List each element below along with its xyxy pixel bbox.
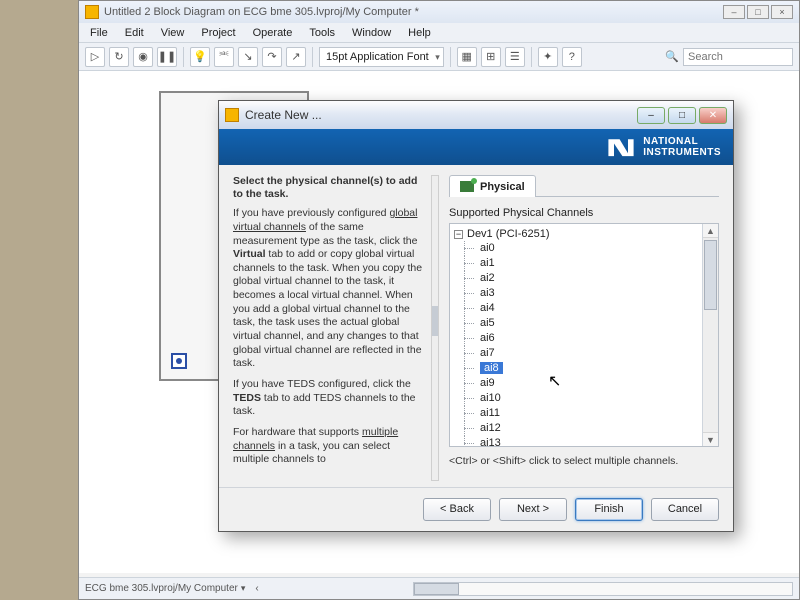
scroll-up-icon[interactable]: ▲ <box>703 224 718 238</box>
menu-view[interactable]: View <box>154 25 192 41</box>
dialog-maximize-button[interactable]: □ <box>668 107 696 124</box>
dialog-buttons: < Back Next > Finish Cancel <box>219 487 733 531</box>
minimize-button[interactable]: – <box>723 5 745 19</box>
window-title: Untitled 2 Block Diagram on ECG bme 305.… <box>104 6 419 18</box>
help-header: Select the physical channel(s) to add to… <box>233 175 427 201</box>
help-scrollbar[interactable] <box>431 175 439 481</box>
abort-button[interactable]: ◉ <box>133 47 153 67</box>
statusbar: ECG bme 305.lvproj/My Computer ▾ ‹ <box>79 577 799 599</box>
collapse-icon[interactable]: − <box>454 230 463 239</box>
distribute-button[interactable]: ⊞ <box>481 47 501 67</box>
pause-button[interactable]: ❚❚ <box>157 47 177 67</box>
scroll-down-icon[interactable]: ▼ <box>703 432 718 446</box>
channel-ai11[interactable]: ai11 <box>452 406 700 421</box>
create-new-dialog: Create New ... – □ ✕ NATIONALINSTRUMENTS… <box>218 100 734 532</box>
path-dropdown-icon[interactable]: ▾ <box>241 583 246 594</box>
maximize-button[interactable]: □ <box>747 5 769 19</box>
dialog-icon <box>225 108 239 122</box>
dialog-close-button[interactable]: ✕ <box>699 107 727 124</box>
channel-ai3[interactable]: ai3 <box>452 286 700 301</box>
terminal-control[interactable] <box>171 353 187 369</box>
channel-ai4[interactable]: ai4 <box>452 301 700 316</box>
finish-button[interactable]: Finish <box>575 498 643 521</box>
step-over-button[interactable]: ↷ <box>262 47 282 67</box>
device-node[interactable]: −Dev1 (PCI-6251) <box>452 227 700 241</box>
channel-ai2[interactable]: ai2 <box>452 271 700 286</box>
dialog-title: Create New ... <box>245 108 322 122</box>
retain-wire-button[interactable]: ⎃ <box>214 47 234 67</box>
help-pane: Select the physical channel(s) to add to… <box>219 175 435 481</box>
menu-edit[interactable]: Edit <box>118 25 151 41</box>
channel-ai7[interactable]: ai7 <box>452 346 700 361</box>
brand-banner: NATIONALINSTRUMENTS <box>219 129 733 165</box>
channel-ai8[interactable]: ai8 <box>452 361 700 376</box>
channel-pane: Physical Supported Physical Channels −De… <box>435 175 733 481</box>
window-titlebar: Untitled 2 Block Diagram on ECG bme 305.… <box>79 1 799 23</box>
close-button[interactable]: × <box>771 5 793 19</box>
run-button[interactable]: ▷ <box>85 47 105 67</box>
channel-ai0[interactable]: ai0 <box>452 241 700 256</box>
channel-ai12[interactable]: ai12 <box>452 421 700 436</box>
channel-ai5[interactable]: ai5 <box>452 316 700 331</box>
menu-help[interactable]: Help <box>401 25 438 41</box>
back-button[interactable]: < Back <box>423 498 491 521</box>
app-icon <box>85 5 99 19</box>
cleanup-button[interactable]: ✦ <box>538 47 558 67</box>
help-p1: If you have previously configured global… <box>233 207 427 371</box>
group-label: Supported Physical Channels <box>449 207 719 219</box>
tree-scrollbar[interactable]: ▲ ▼ <box>702 224 718 446</box>
search-input[interactable] <box>683 48 793 66</box>
dialog-titlebar[interactable]: Create New ... – □ ✕ <box>219 101 733 129</box>
menu-operate[interactable]: Operate <box>246 25 300 41</box>
help-p3: For hardware that supports multiple chan… <box>233 426 427 467</box>
channel-ai10[interactable]: ai10 <box>452 391 700 406</box>
search-icon: 🔍 <box>665 50 679 63</box>
step-out-button[interactable]: ↗ <box>286 47 306 67</box>
step-into-button[interactable]: ↘ <box>238 47 258 67</box>
h-scrollbar[interactable] <box>413 582 793 596</box>
project-path: ECG bme 305.lvproj/My Computer <box>85 583 238 594</box>
channel-ai9[interactable]: ai9 <box>452 376 700 391</box>
channel-ai6[interactable]: ai6 <box>452 331 700 346</box>
run-cont-button[interactable]: ↻ <box>109 47 129 67</box>
help-p2: If you have TEDS configured, click the T… <box>233 378 427 419</box>
next-button[interactable]: Next > <box>499 498 567 521</box>
align-button[interactable]: ▦ <box>457 47 477 67</box>
font-select[interactable]: 15pt Application Font <box>319 47 444 67</box>
menubar: File Edit View Project Operate Tools Win… <box>79 23 799 43</box>
tab-physical[interactable]: Physical <box>449 175 536 197</box>
menu-tools[interactable]: Tools <box>302 25 342 41</box>
channel-ai13[interactable]: ai13 <box>452 436 700 446</box>
multiselect-hint: <Ctrl> or <Shift> click to select multip… <box>449 455 719 467</box>
physical-tab-icon <box>460 181 474 192</box>
toolbar: ▷ ↻ ◉ ❚❚ 💡 ⎃ ↘ ↷ ↗ 15pt Application Font… <box>79 43 799 71</box>
menu-window[interactable]: Window <box>345 25 398 41</box>
menu-file[interactable]: File <box>83 25 115 41</box>
dialog-minimize-button[interactable]: – <box>637 107 665 124</box>
highlight-exec-button[interactable]: 💡 <box>190 47 210 67</box>
brand-text: NATIONALINSTRUMENTS <box>643 136 721 158</box>
channel-tree[interactable]: −Dev1 (PCI-6251)ai0ai1ai2ai3ai4ai5ai6ai7… <box>449 223 719 447</box>
reorder-button[interactable]: ☰ <box>505 47 525 67</box>
context-help-button[interactable]: ? <box>562 47 582 67</box>
channel-ai1[interactable]: ai1 <box>452 256 700 271</box>
ni-logo-icon <box>607 136 635 158</box>
menu-project[interactable]: Project <box>194 25 242 41</box>
cancel-button[interactable]: Cancel <box>651 498 719 521</box>
